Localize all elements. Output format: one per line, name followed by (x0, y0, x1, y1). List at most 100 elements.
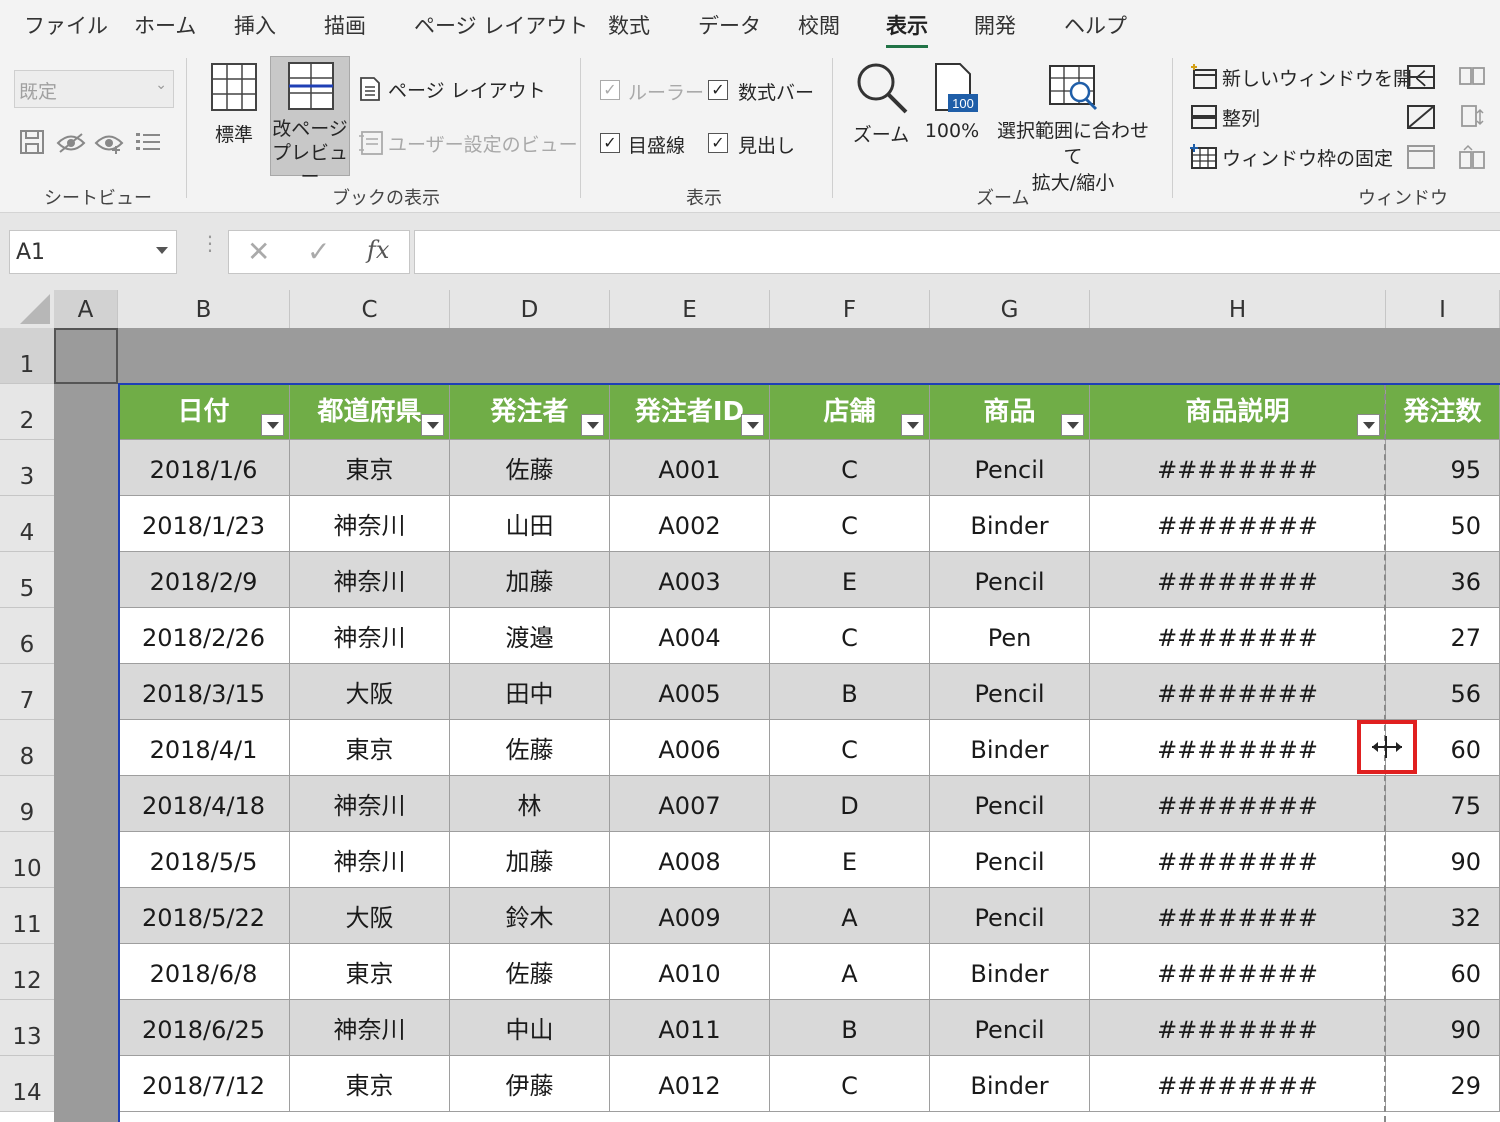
name-box[interactable]: A1 (9, 230, 177, 274)
view-side-by-side-icon[interactable] (1458, 64, 1486, 88)
sheet-view-dropdown[interactable]: 既定 ⌄ (14, 70, 174, 108)
new-window-label: 新しいウィンドウを開く (1222, 68, 1432, 90)
column-header-D[interactable]: D (450, 290, 610, 328)
page-100-icon: 100 (935, 63, 978, 112)
column-header-H[interactable]: H (1090, 290, 1386, 328)
tab-1[interactable]: ホーム (134, 10, 196, 40)
zoom-100-button[interactable]: 100 100% (920, 58, 984, 178)
tab-4[interactable]: ページ レイアウト (414, 10, 588, 40)
tab-0[interactable]: ファイル (24, 10, 108, 40)
new-window-button[interactable]: 新しいウィンドウを開く (1190, 62, 1431, 92)
gridlines-label: 目盛線 (628, 135, 686, 157)
insert-function-button[interactable]: fx (367, 236, 389, 264)
zoom-label: ズーム (852, 124, 910, 146)
new-view-eye-icon (94, 135, 124, 154)
row-header-11[interactable]: 11 (0, 888, 54, 944)
formula-bar-checkbox[interactable]: ✓ (708, 80, 728, 100)
freeze-panes-button[interactable]: ウィンドウ枠の固定 ⌄ (1190, 142, 1394, 172)
normal-view-label: 標準 (214, 124, 253, 146)
sync-scroll-icon[interactable] (1458, 104, 1486, 130)
zoom-100-label: 100% (924, 120, 980, 142)
ribbon: 既定 ⌄ シートビュー 標準 改ページ プレビュー ページ レイアウト ユーザー… (0, 50, 1500, 213)
row-header-10[interactable]: 10 (0, 832, 54, 888)
hide-window-icon[interactable] (1406, 104, 1436, 130)
tab-8[interactable]: 表示 (886, 10, 928, 48)
ruler-checkbox[interactable]: ✓ (600, 80, 620, 100)
group-separator (186, 58, 187, 198)
enter-check-icon[interactable]: ✓ (307, 235, 330, 268)
arrange-label: 整列 (1222, 108, 1261, 130)
row-header-6[interactable]: 6 (0, 608, 54, 664)
page-layout-view-button[interactable]: ページ レイアウト (358, 74, 546, 104)
formula-bar-grip-icon: ⋮ (200, 231, 220, 255)
cancel-icon[interactable]: ✕ (247, 235, 270, 268)
row-header-3[interactable]: 3 (0, 440, 54, 496)
headings-label: 見出し (738, 135, 796, 157)
chevron-down-icon: ⌄ (155, 77, 167, 93)
group-label-show: 表示 (686, 188, 722, 209)
row-header-7[interactable]: 7 (0, 664, 54, 720)
tab-2[interactable]: 挿入 (234, 10, 276, 40)
custom-views-button[interactable]: ユーザー設定のビュー (358, 128, 578, 158)
formula-controls: ✕ ✓ fx (228, 230, 410, 274)
freeze-panes-icon (1190, 144, 1217, 169)
normal-view-icon (211, 63, 257, 111)
arrange-icon (1191, 105, 1217, 129)
arrange-button[interactable]: 整列 (1190, 102, 1310, 132)
chevron-down-icon: ⌄ (1380, 146, 1391, 161)
tab-3[interactable]: 描画 (324, 10, 366, 40)
row-header-14[interactable]: 14 (0, 1056, 54, 1112)
unhide-window-icon[interactable] (1406, 144, 1436, 170)
group-separator (832, 58, 833, 198)
ruler-label: ルーラー (628, 82, 705, 104)
resize-cursor-icon[interactable] (1370, 736, 1404, 758)
freeze-panes-label: ウィンドウ枠の固定 (1222, 148, 1394, 170)
custom-views-label: ユーザー設定のビュー (388, 134, 578, 156)
zoom-selection-icon (1049, 65, 1098, 111)
page-break-gray-area (54, 328, 1500, 384)
column-header-I[interactable]: I (1386, 290, 1500, 328)
column-header-G[interactable]: G (930, 290, 1090, 328)
tab-9[interactable]: 開発 (974, 10, 1016, 40)
tab-7[interactable]: 校閲 (798, 10, 840, 40)
column-header-B[interactable]: B (118, 290, 290, 328)
row-header-1[interactable]: 1 (0, 328, 54, 384)
select-all-icon[interactable] (0, 290, 54, 328)
tab-5[interactable]: 数式 (608, 10, 650, 40)
gridlines-checkbox[interactable]: ✓ (600, 133, 620, 153)
zoom-button[interactable]: ズーム (848, 58, 914, 178)
column-header-F[interactable]: F (770, 290, 930, 328)
split-icon[interactable] (1406, 64, 1436, 90)
sheet-view-dropdown-value: 既定 (19, 81, 58, 103)
row-header-12[interactable]: 12 (0, 944, 54, 1000)
new-window-icon (1191, 64, 1217, 89)
zoom-to-selection-button[interactable]: 選択範囲に合わせて 拡大/縮小 (988, 58, 1158, 194)
group-label-workbook-views: ブックの表示 (332, 188, 440, 209)
group-separator (1172, 58, 1173, 198)
row-header-8[interactable]: 8 (0, 720, 54, 776)
column-header-C[interactable]: C (290, 290, 450, 328)
name-box-value: A1 (16, 240, 46, 265)
row-header-9[interactable]: 9 (0, 776, 54, 832)
page-break-preview-button[interactable]: 改ページ プレビュー (270, 56, 350, 188)
tab-10[interactable]: ヘルプ (1064, 10, 1127, 40)
save-view-icon (20, 130, 44, 154)
row-header-4[interactable]: 4 (0, 496, 54, 552)
group-separator (580, 58, 581, 198)
active-cell-a1[interactable] (54, 328, 118, 384)
row-header-5[interactable]: 5 (0, 552, 54, 608)
group-label-sheet-view: シートビュー (44, 188, 152, 209)
tab-6[interactable]: データ (698, 10, 761, 40)
reset-window-position-icon[interactable] (1458, 144, 1486, 170)
formula-input[interactable] (414, 230, 1500, 274)
column-header-E[interactable]: E (610, 290, 770, 328)
headings-checkbox[interactable]: ✓ (708, 133, 728, 153)
row-header-2[interactable]: 2 (0, 384, 54, 440)
options-list-icon (136, 133, 160, 150)
normal-view-button[interactable]: 標準 (202, 58, 266, 178)
page-break-preview-label: 改ページ プレビュー (271, 118, 348, 188)
row-header-13[interactable]: 13 (0, 1000, 54, 1056)
print-area-border (118, 383, 1500, 1122)
page-break-preview-icon (288, 62, 334, 110)
column-header-A[interactable]: A (54, 290, 118, 328)
